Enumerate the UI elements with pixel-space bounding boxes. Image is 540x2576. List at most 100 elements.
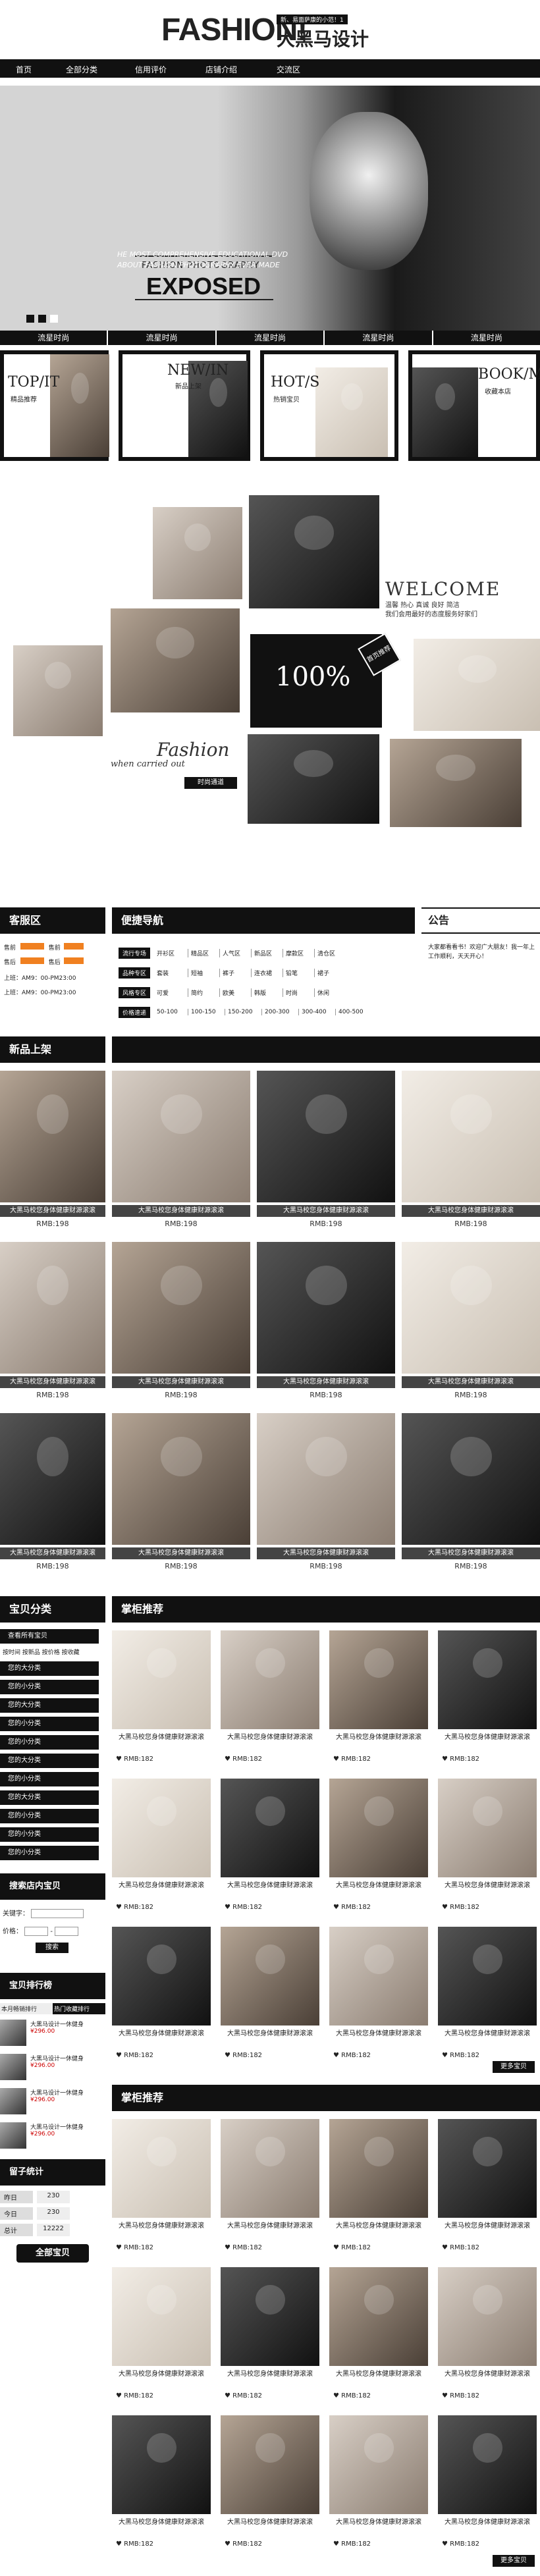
recommend-image[interactable] bbox=[329, 1927, 428, 2026]
heart-icon[interactable]: ♥ bbox=[116, 2052, 122, 2059]
recommend-card[interactable]: 大黑马校您身体健康财源滚滚 ♥ RMB:182 bbox=[329, 1779, 428, 1920]
recommend-name[interactable]: 大黑马校您身体健康财源滚滚 bbox=[221, 2518, 319, 2527]
ranking-thumb[interactable] bbox=[0, 2122, 26, 2149]
category-item[interactable]: 您的小分类 bbox=[0, 1809, 99, 1823]
heart-icon[interactable]: ♥ bbox=[333, 2244, 339, 2251]
all-items-button[interactable]: 全部宝贝 bbox=[16, 2244, 89, 2263]
recommend-image[interactable] bbox=[329, 1630, 428, 1729]
nav-shop-intro[interactable]: 店铺介绍 bbox=[205, 64, 237, 75]
ranking-name[interactable]: 大黑马设计一休健身 bbox=[30, 2054, 84, 2062]
recommend-card[interactable]: 大黑马校您身体健康财源滚滚 ♥ RMB:182 bbox=[329, 2267, 428, 2409]
recommend-image[interactable] bbox=[221, 1630, 319, 1729]
product-image[interactable] bbox=[257, 1071, 395, 1202]
recommend-name[interactable]: 大黑马校您身体健康财源滚滚 bbox=[112, 1881, 211, 1890]
product-image[interactable] bbox=[0, 1242, 105, 1374]
promo-hot[interactable]: HOT/S 热销宝贝 bbox=[260, 350, 398, 461]
nav-all-categories[interactable]: 全部分类 bbox=[66, 64, 97, 75]
recommend-name[interactable]: 大黑马校您身体健康财源滚滚 bbox=[221, 2222, 319, 2230]
heart-icon[interactable]: ♥ bbox=[116, 1756, 122, 1763]
recommend-name[interactable]: 大黑马校您身体健康财源滚滚 bbox=[329, 1881, 428, 1890]
recommend-card[interactable]: 大黑马校您身体健康财源滚滚 ♥ RMB:182 bbox=[221, 1927, 319, 2068]
guide-link[interactable]: 欧美 bbox=[220, 988, 252, 997]
hero-banner[interactable]: FASHION PHOTOGRAPHY EXPOSED bbox=[0, 86, 540, 331]
ranking-item[interactable]: 大黑马设计一休健身 ¥296.00 bbox=[0, 2088, 105, 2117]
banner-tab[interactable]: 流星时尚 bbox=[217, 331, 325, 345]
guide-link[interactable]: 简约 bbox=[188, 988, 221, 997]
recommend-name[interactable]: 大黑马校您身体健康财源滚滚 bbox=[329, 2029, 428, 2038]
ranking-tab[interactable]: 本月畅销排行 bbox=[0, 2003, 53, 2014]
banner-tab[interactable]: 流星时尚 bbox=[325, 331, 433, 345]
recommend-card[interactable]: 大黑马校您身体健康财源滚滚 ♥ RMB:182 bbox=[438, 2119, 537, 2261]
guide-link[interactable]: 清仓区 bbox=[315, 949, 346, 957]
heart-icon[interactable]: ♥ bbox=[225, 1904, 230, 1911]
category-item[interactable]: 您的小分类 bbox=[0, 1680, 99, 1694]
heart-icon[interactable]: ♥ bbox=[333, 1756, 339, 1763]
recommend-name[interactable]: 大黑马校您身体健康财源滚滚 bbox=[112, 2518, 211, 2527]
category-item[interactable]: 您的小分类 bbox=[0, 1772, 99, 1786]
promo-book-m[interactable]: BOOK/M 收藏本店 bbox=[408, 350, 540, 461]
recommend-card[interactable]: 大黑马校您身体健康财源滚滚 ♥ RMB:182 bbox=[112, 2267, 211, 2409]
product-card[interactable]: 大黑马校您身体健康财源滚滚 RMB:198 bbox=[112, 1242, 250, 1407]
recommend-card[interactable]: 大黑马校您身体健康财源滚滚 ♥ RMB:182 bbox=[221, 2267, 319, 2409]
ranking-item[interactable]: 大黑马设计一休健身 ¥296.00 bbox=[0, 2054, 105, 2083]
recommend-card[interactable]: 大黑马校您身体健康财源滚滚 ♥ RMB:182 bbox=[329, 1630, 428, 1772]
recommend-image[interactable] bbox=[329, 2119, 428, 2218]
recommend-image[interactable] bbox=[438, 2119, 537, 2218]
recommend-name[interactable]: 大黑马校您身体健康财源滚滚 bbox=[329, 2370, 428, 2378]
recommend-image[interactable] bbox=[112, 2119, 211, 2218]
product-card[interactable]: 大黑马校您身体健康财源滚滚 RMB:198 bbox=[0, 1242, 105, 1407]
product-card[interactable]: 大黑马校您身体健康财源滚滚 RMB:198 bbox=[0, 1413, 105, 1578]
product-image[interactable] bbox=[112, 1413, 250, 1545]
product-card[interactable]: 大黑马校您身体健康财源滚滚 RMB:198 bbox=[257, 1413, 395, 1578]
slider-dot[interactable] bbox=[26, 315, 34, 323]
product-card[interactable]: 大黑马校您身体健康财源滚滚 RMB:198 bbox=[402, 1071, 540, 1235]
recommend-card[interactable]: 大黑马校您身体健康财源滚滚 ♥ RMB:182 bbox=[221, 2119, 319, 2261]
recommend-image[interactable] bbox=[438, 1779, 537, 1877]
price-max-input[interactable] bbox=[55, 1927, 79, 1936]
guide-link[interactable]: 300-400 bbox=[299, 1009, 337, 1015]
recommend-card[interactable]: 大黑马校您身体健康财源滚滚 ♥ RMB:182 bbox=[112, 1630, 211, 1772]
product-image[interactable] bbox=[402, 1413, 540, 1545]
ranking-thumb[interactable] bbox=[0, 2088, 26, 2114]
guide-link[interactable]: 休闲 bbox=[315, 988, 346, 997]
heart-icon[interactable]: ♥ bbox=[333, 2540, 339, 2548]
guide-link[interactable]: 人气区 bbox=[220, 948, 252, 957]
heart-icon[interactable]: ♥ bbox=[225, 2052, 230, 2059]
guide-link[interactable]: 时尚 bbox=[283, 988, 315, 997]
guide-link[interactable]: 50-100 bbox=[157, 1009, 189, 1015]
recommend-name[interactable]: 大黑马校您身体健康财源滚滚 bbox=[438, 2370, 537, 2378]
category-sort[interactable]: 按时间 按新品 按价格 按收藏 bbox=[0, 1648, 105, 1656]
product-card[interactable]: 大黑马校您身体健康财源滚滚 RMB:198 bbox=[402, 1242, 540, 1407]
product-card[interactable]: 大黑马校您身体健康财源滚滚 RMB:198 bbox=[112, 1071, 250, 1235]
ranking-thumb[interactable] bbox=[0, 2054, 26, 2080]
ranking-name[interactable]: 大黑马设计一休健身 bbox=[30, 2088, 84, 2097]
product-image[interactable] bbox=[0, 1413, 105, 1545]
promo-new-in[interactable]: NEW/IN 新品上架 bbox=[119, 350, 250, 461]
banner-tab[interactable]: 流星时尚 bbox=[0, 331, 109, 345]
guide-link[interactable]: 100-150 bbox=[188, 1009, 226, 1015]
category-item[interactable]: 您的小分类 bbox=[0, 1827, 99, 1842]
heart-icon[interactable]: ♥ bbox=[442, 2244, 448, 2251]
recommend-image[interactable] bbox=[221, 2415, 319, 2514]
recommend-image[interactable] bbox=[438, 1630, 537, 1729]
recommend-image[interactable] bbox=[112, 2415, 211, 2514]
recommend-image[interactable] bbox=[438, 2415, 537, 2514]
recommend-name[interactable]: 大黑马校您身体健康财源滚滚 bbox=[329, 2222, 428, 2230]
recommend-name[interactable]: 大黑马校您身体健康财源滚滚 bbox=[438, 2518, 537, 2527]
recommend-image[interactable] bbox=[112, 2267, 211, 2366]
recommend-image[interactable] bbox=[329, 1779, 428, 1877]
recommend-card[interactable]: 大黑马校您身体健康财源滚滚 ♥ RMB:182 bbox=[221, 1630, 319, 1772]
recommend-name[interactable]: 大黑马校您身体健康财源滚滚 bbox=[438, 2029, 537, 2038]
category-item[interactable]: 您的大分类 bbox=[0, 1754, 99, 1768]
service-chat-icon[interactable] bbox=[20, 957, 44, 964]
ranking-item[interactable]: 大黑马设计一休健身 ¥296.00 bbox=[0, 2020, 105, 2049]
recommend-image[interactable] bbox=[112, 1779, 211, 1877]
recommend-card[interactable]: 大黑马校您身体健康财源滚滚 ♥ RMB:182 bbox=[221, 1779, 319, 1920]
heart-icon[interactable]: ♥ bbox=[442, 2052, 448, 2059]
recommend-image[interactable] bbox=[221, 2267, 319, 2366]
recommend-name[interactable]: 大黑马校您身体健康财源滚滚 bbox=[112, 1733, 211, 1742]
category-item[interactable]: 您的小分类 bbox=[0, 1846, 99, 1860]
recommend-name[interactable]: 大黑马校您身体健康财源滚滚 bbox=[438, 1733, 537, 1742]
price-min-input[interactable] bbox=[24, 1927, 49, 1936]
recommend-name[interactable]: 大黑马校您身体健康财源滚滚 bbox=[221, 2029, 319, 2038]
